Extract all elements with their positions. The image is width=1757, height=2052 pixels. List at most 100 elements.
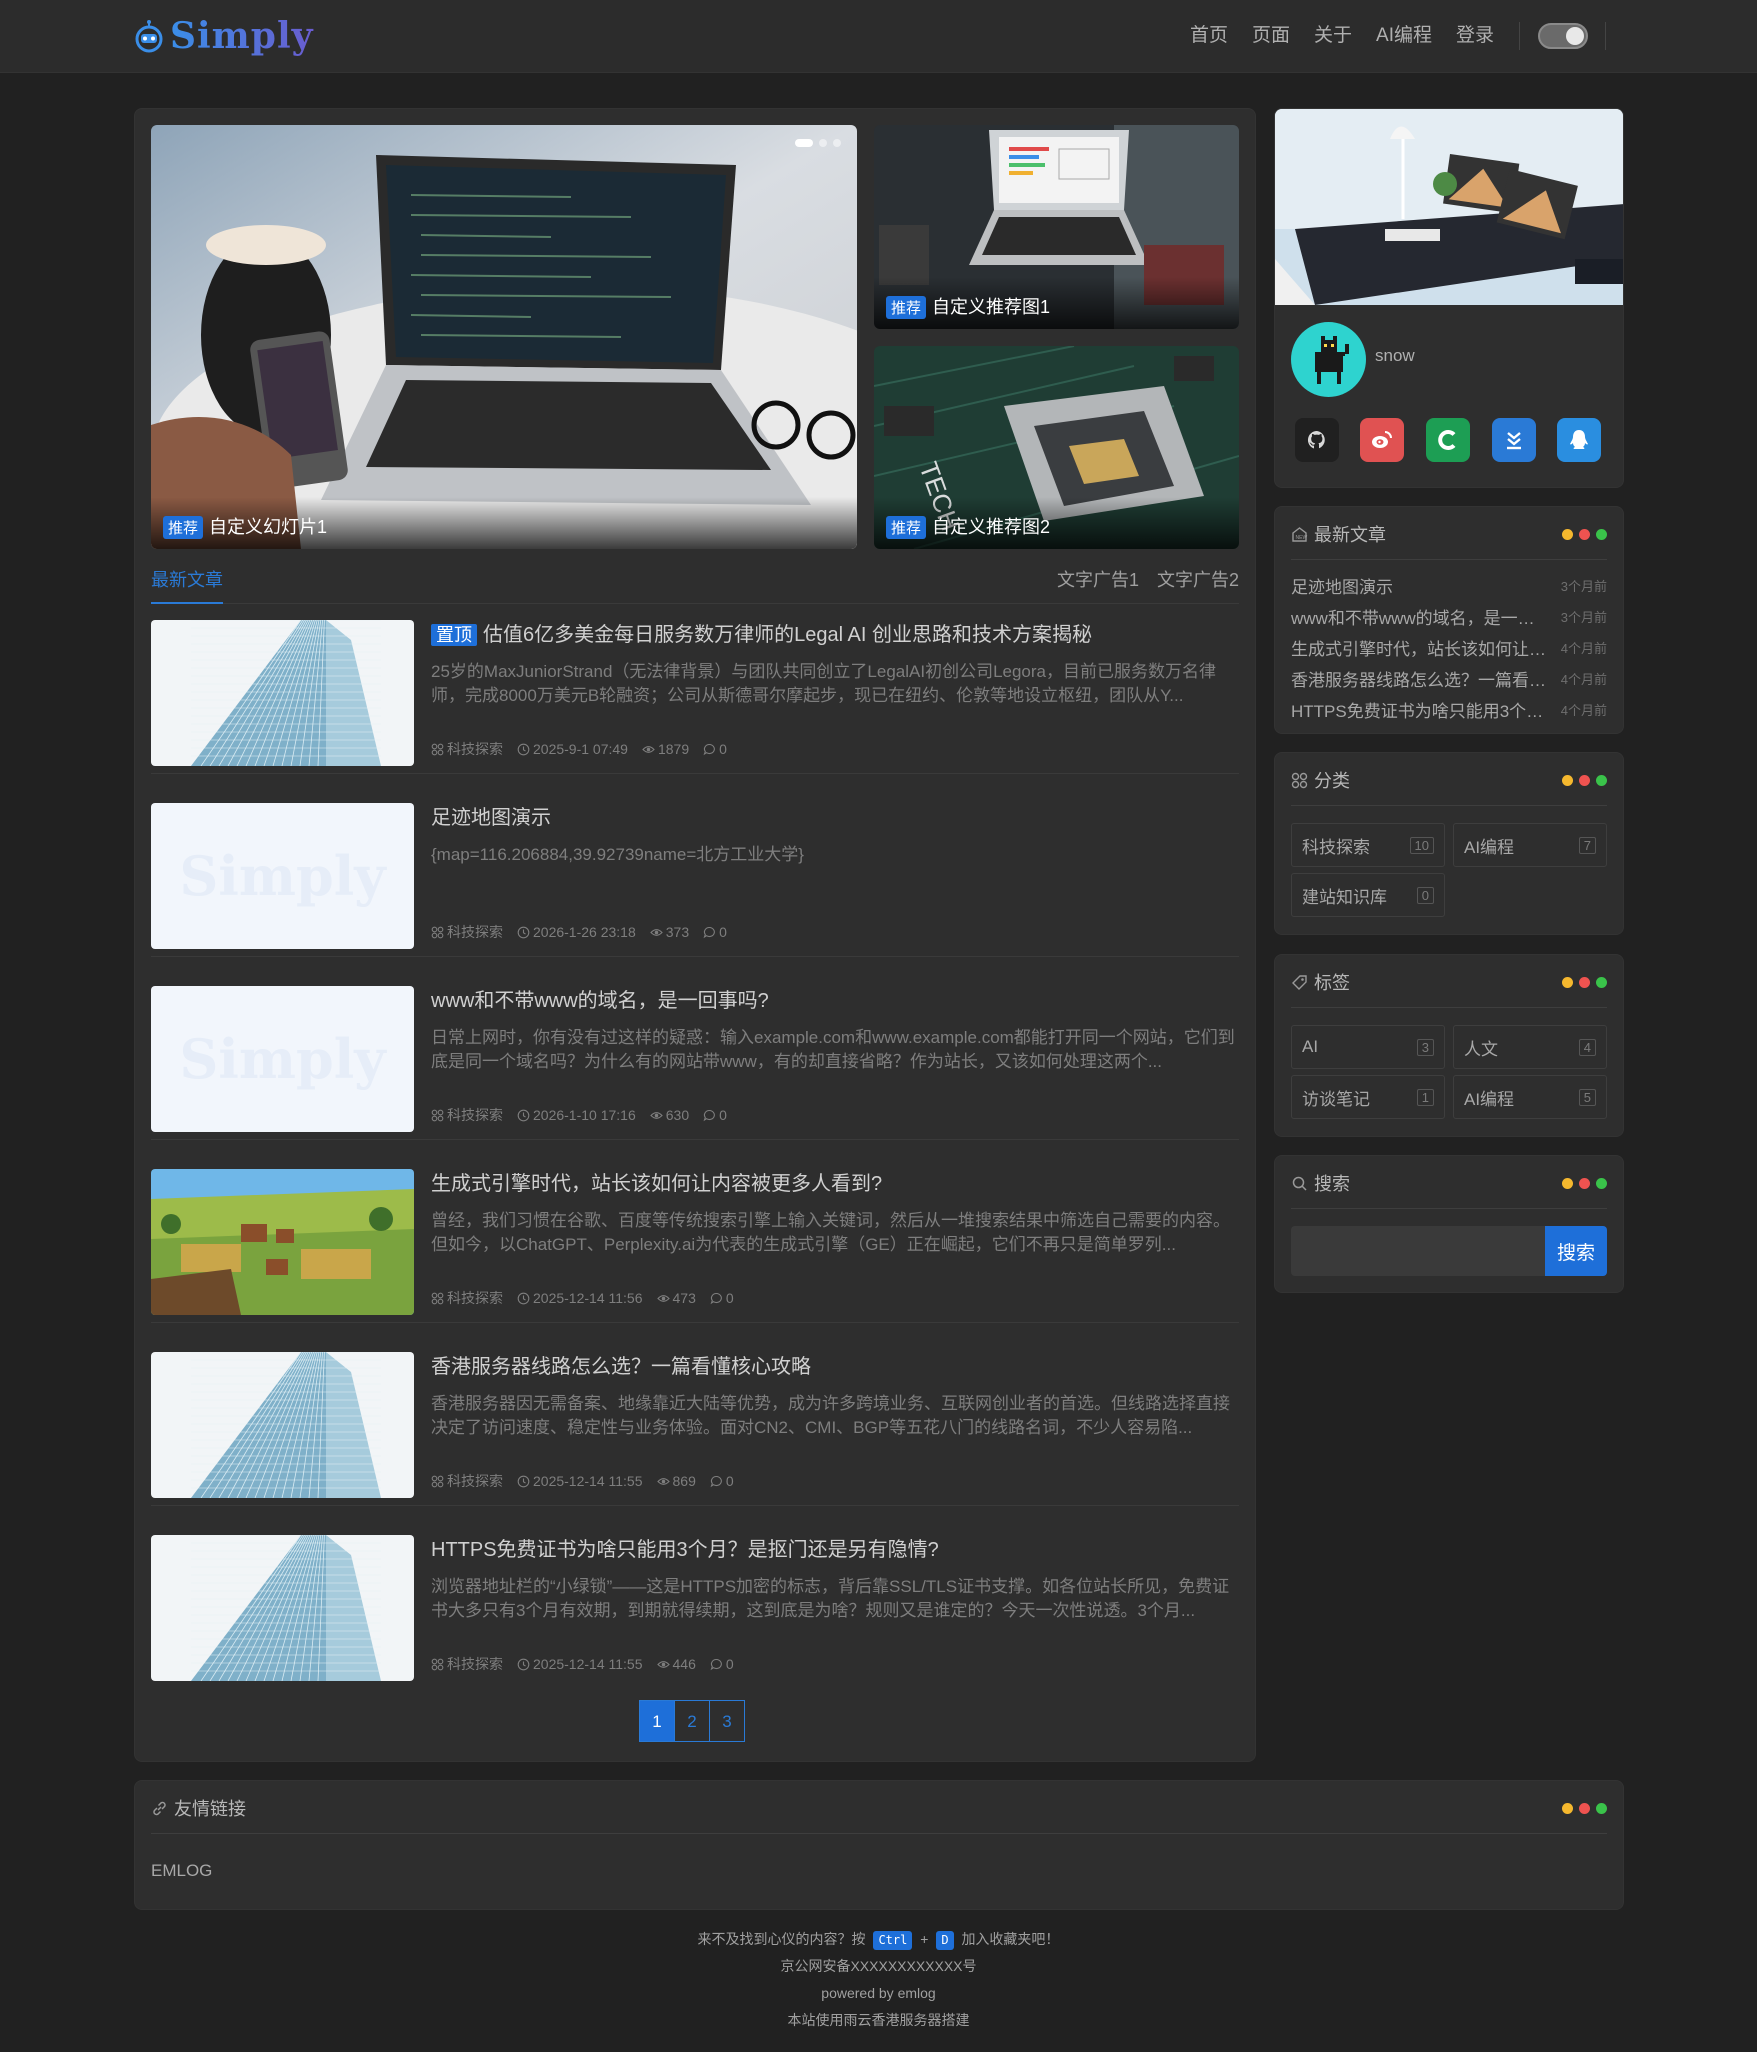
article-thumbnail[interactable]: Simply (151, 986, 414, 1132)
category-chip[interactable]: 建站知识库 0 (1291, 873, 1445, 917)
article-views-count: 869 (672, 1473, 696, 1489)
latest-article-link[interactable]: 生成式引擎时代，站长该如何让内容被更多人看到? (1291, 635, 1551, 660)
article-thumbnail[interactable] (151, 1352, 414, 1498)
article-date: 2026-1-26 23:18 (517, 924, 636, 940)
nav-about[interactable]: 关于 (1314, 22, 1352, 50)
article-title[interactable]: 香港服务器线路怎么选？一篇看懂核心攻略 (431, 1350, 811, 1379)
recommend-badge: 推荐 (886, 516, 927, 539)
hosting-note[interactable]: 本站使用雨云香港服务器搭建 (0, 2007, 1757, 2034)
article-title-text: 香港服务器线路怎么选？一篇看懂核心攻略 (431, 1356, 811, 1378)
article-title[interactable]: www和不带www的域名，是一回事吗? (431, 984, 769, 1013)
article-category[interactable]: 科技探索 (431, 1471, 503, 1491)
red-dot (1579, 977, 1590, 988)
latest-article-link[interactable]: HTTPS免费证书为啥只能用3个月？是抠门还是另有隐情? (1291, 697, 1551, 722)
slider-caption-text[interactable]: 自定义幻灯片1 (209, 513, 327, 539)
tag-chip[interactable]: 人文 4 (1453, 1025, 1607, 1069)
latest-article-time: 3个月前 (1560, 610, 1607, 625)
github-link[interactable] (1295, 418, 1339, 462)
download-link[interactable] (1492, 418, 1536, 462)
hero-slider[interactable]: 推荐 自定义幻灯片1 (151, 125, 857, 549)
article-thumbnail[interactable] (151, 620, 414, 766)
article-date: 2025-12-14 11:56 (517, 1290, 643, 1306)
article-category[interactable]: 科技探索 (431, 1288, 503, 1308)
weibo-icon (1372, 431, 1392, 448)
latest-article-link[interactable]: 足迹地图演示 (1291, 573, 1551, 598)
clock-icon (517, 743, 530, 755)
article-comments[interactable]: 0 (703, 741, 727, 757)
article-title[interactable]: 置顶 估值6亿多美金每日服务数万律师的Legal AI 创业思路和技术方案揭秘 (431, 618, 1092, 647)
recommend-caption-text[interactable]: 自定义推荐图1 (932, 293, 1050, 319)
article-thumbnail[interactable] (151, 1535, 414, 1681)
green-dot (1596, 775, 1607, 786)
latest-article-link[interactable]: www和不带www的域名，是一回事吗? (1291, 604, 1551, 629)
avatar[interactable] (1291, 322, 1366, 397)
category-chip[interactable]: 科技探索 10 (1291, 823, 1445, 867)
article-date-text: 2025-9-1 07:49 (533, 741, 628, 757)
slider-dot[interactable] (795, 139, 813, 147)
nav-ai-coding[interactable]: AI编程 (1376, 22, 1432, 50)
article-comments[interactable]: 0 (710, 1473, 734, 1489)
article-comments[interactable]: 0 (703, 924, 727, 940)
category-chip[interactable]: AI编程 7 (1453, 823, 1607, 867)
dark-mode-toggle[interactable] (1538, 23, 1588, 49)
text-ad-1[interactable]: 文字广告1 (1057, 566, 1139, 592)
article-comments-count: 0 (719, 1107, 727, 1123)
slider-dot[interactable] (833, 139, 841, 147)
nav-home[interactable]: 首页 (1190, 22, 1228, 50)
site-logo[interactable]: Simply (132, 14, 314, 58)
recommend-caption-text[interactable]: 自定义推荐图2 (932, 513, 1050, 539)
powered-by[interactable]: powered by emlog (0, 1980, 1757, 2007)
page-link-2[interactable]: 2 (674, 1700, 710, 1742)
article-title[interactable]: 生成式引擎时代，站长该如何让内容被更多人看到? (431, 1167, 882, 1196)
latest-article-link[interactable]: 香港服务器线路怎么选？一篇看懂核心攻略 (1291, 666, 1551, 691)
robot-logo-icon (135, 20, 163, 53)
nav-login[interactable]: 登录 (1456, 22, 1494, 50)
article-thumbnail[interactable]: Simply (151, 803, 414, 949)
window-dots (1562, 529, 1607, 540)
eye-icon (649, 928, 663, 936)
tag-chip[interactable]: AI 3 (1291, 1025, 1445, 1069)
slider-dot[interactable] (819, 139, 827, 147)
recommend-card-1[interactable]: 推荐 自定义推荐图1 (874, 125, 1239, 329)
tab-latest-articles[interactable]: 最新文章 (151, 566, 223, 604)
article-comments-count: 0 (719, 741, 727, 757)
grid-icon (431, 926, 444, 938)
green-dot (1596, 529, 1607, 540)
placeholder-thumbnail: Simply (151, 986, 414, 1132)
widget-title-text: 标签 (1314, 973, 1350, 993)
page-link-3[interactable]: 3 (709, 1700, 745, 1742)
yellow-dot (1562, 529, 1573, 540)
page-link-1[interactable]: 1 (639, 1700, 675, 1742)
article-category[interactable]: 科技探索 (431, 739, 503, 759)
article-comments[interactable]: 0 (710, 1656, 734, 1672)
article-thumbnail[interactable] (151, 1169, 414, 1315)
weibo-link[interactable] (1360, 418, 1404, 462)
article-item: Simply www和不带www的域名，是一回事吗? 日常上网时，你有没有过这样的疑… (151, 970, 1239, 1140)
qq-link[interactable] (1557, 418, 1601, 462)
friend-link-emlog[interactable]: EMLOG (151, 1861, 212, 1881)
icp-record[interactable]: 京公网安备XXXXXXXXXXXX号 (0, 1953, 1757, 1980)
pinned-badge: 置顶 (431, 624, 477, 646)
green-dot (1596, 1803, 1607, 1814)
article-views-count: 1879 (657, 741, 690, 757)
recommend-card-2[interactable]: TECH 推荐 自定义推荐图2 (874, 346, 1239, 549)
tag-count: 1 (1416, 1088, 1434, 1106)
csdn-link[interactable] (1426, 418, 1470, 462)
tag-chip[interactable]: AI编程 5 (1453, 1075, 1607, 1119)
article-comments[interactable]: 0 (703, 1107, 727, 1123)
nav-pages[interactable]: 页面 (1252, 22, 1290, 50)
search-input[interactable] (1291, 1226, 1546, 1276)
search-button[interactable]: 搜索 (1545, 1226, 1607, 1276)
article-title-text: 生成式引擎时代，站长该如何让内容被更多人看到? (431, 1173, 883, 1195)
tag-chip[interactable]: 访谈笔记 1 (1291, 1075, 1445, 1119)
article-category[interactable]: 科技探索 (431, 922, 503, 942)
text-ad-2[interactable]: 文字广告2 (1157, 566, 1239, 592)
yellow-dot (1562, 775, 1573, 786)
comment-icon (703, 1109, 716, 1121)
article-category[interactable]: 科技探索 (431, 1105, 503, 1125)
window-dots (1562, 977, 1607, 988)
article-title[interactable]: HTTPS免费证书为啥只能用3个月？是抠门还是另有隐情? (431, 1533, 939, 1562)
article-comments[interactable]: 0 (710, 1290, 734, 1306)
article-category[interactable]: 科技探索 (431, 1654, 503, 1674)
article-title[interactable]: 足迹地图演示 (431, 801, 551, 830)
